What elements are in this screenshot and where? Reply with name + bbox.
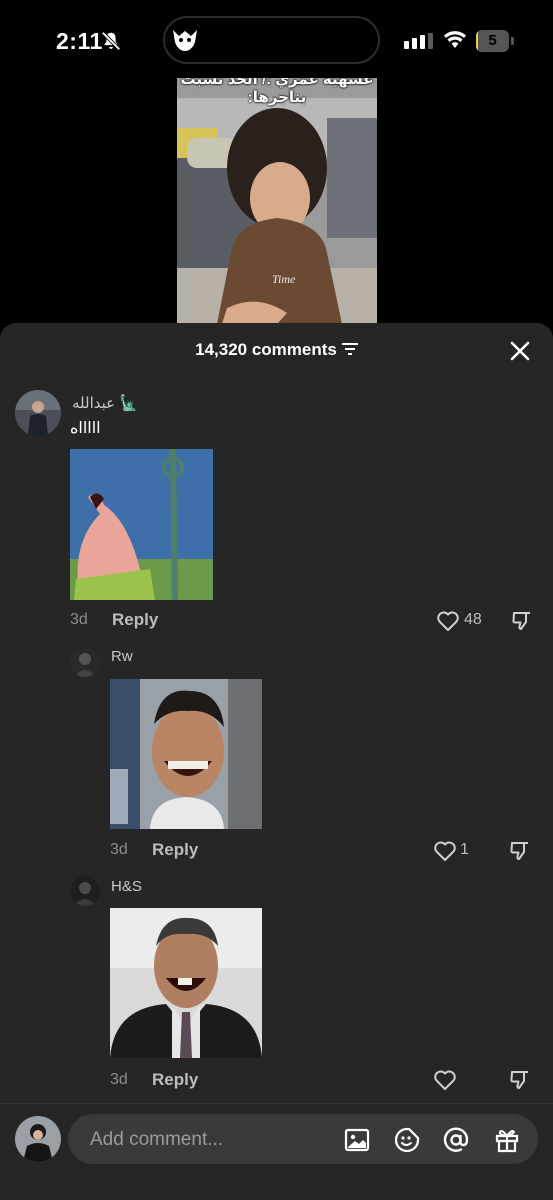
like-count: 1 xyxy=(460,841,469,858)
comment-sticker-image[interactable] xyxy=(110,679,262,829)
signal-icon xyxy=(404,33,433,49)
like-count: 48 xyxy=(464,611,482,628)
gift-icon[interactable] xyxy=(494,1127,520,1153)
comment-username[interactable]: H&S xyxy=(111,878,142,895)
battery-level: 5 xyxy=(488,32,497,49)
comments-header[interactable]: 14,320 comments xyxy=(0,340,553,360)
dislike-icon[interactable] xyxy=(508,839,532,863)
comment-date: 3d xyxy=(110,841,128,858)
status-time: 2:11 xyxy=(56,28,103,54)
comment-date: 3d xyxy=(70,611,88,628)
reply-button[interactable]: Reply xyxy=(152,1070,198,1090)
filter-icon[interactable] xyxy=(341,342,358,356)
composer-divider xyxy=(0,1103,553,1104)
app-activity-icon xyxy=(173,30,197,51)
reply-button[interactable]: Reply xyxy=(152,840,198,860)
heart-icon[interactable] xyxy=(433,1069,457,1091)
battery-icon: 5 xyxy=(476,30,514,52)
add-comment-input[interactable] xyxy=(88,1114,312,1166)
emoji-icon[interactable] xyxy=(394,1127,420,1153)
comment-text: اااااه xyxy=(70,420,101,437)
status-bar: 2:11 5 xyxy=(0,0,553,80)
mute-bell-icon xyxy=(101,31,121,51)
video-preview[interactable]: Time عسهبه عمري :/ الحد نسبت بناجرها: xyxy=(177,78,377,324)
avatar[interactable] xyxy=(15,390,61,436)
comment-sticker-image[interactable] xyxy=(110,908,262,1058)
wifi-icon xyxy=(444,31,466,48)
mention-icon[interactable] xyxy=(443,1127,469,1153)
image-icon[interactable] xyxy=(344,1127,370,1153)
dislike-icon[interactable] xyxy=(508,1068,532,1092)
comment-composer xyxy=(68,1114,538,1166)
avatar[interactable] xyxy=(70,876,100,906)
comment-sticker-image[interactable] xyxy=(70,449,213,600)
heart-icon[interactable] xyxy=(436,610,460,632)
dislike-icon[interactable] xyxy=(510,609,534,633)
svg-text:Time: Time xyxy=(272,272,296,286)
close-icon[interactable] xyxy=(508,339,532,363)
my-avatar[interactable] xyxy=(15,1116,61,1162)
comment-username[interactable]: Rw xyxy=(111,648,133,665)
avatar[interactable] xyxy=(70,647,100,677)
comment-date: 3d xyxy=(110,1071,128,1088)
comments-count: 14,320 comments xyxy=(195,340,337,359)
comment-username[interactable]: عبدالله 🗽 xyxy=(72,394,138,412)
video-caption-line1: عسهبه عمري :/ الحد نسبت xyxy=(180,78,374,88)
heart-icon[interactable] xyxy=(433,840,457,862)
video-frame: Time xyxy=(177,78,377,324)
reply-button[interactable]: Reply xyxy=(112,610,158,630)
video-caption-line2: بناجرها: xyxy=(247,89,307,106)
